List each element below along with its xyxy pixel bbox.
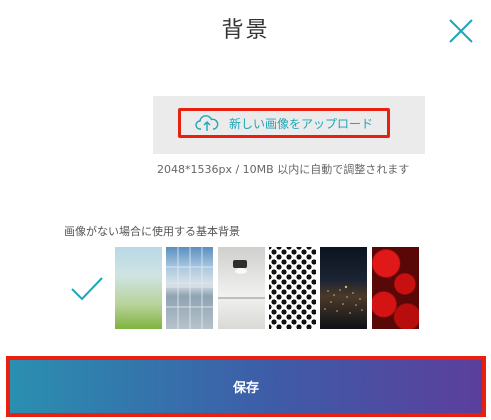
default-background-label: 画像がない場合に使用する基本背景 bbox=[64, 225, 240, 238]
upload-button-label: 新しい画像をアップロード bbox=[228, 116, 373, 131]
upload-button[interactable]: 新しい画像をアップロード bbox=[178, 108, 390, 138]
thumbnail-white-wall-lamp[interactable] bbox=[218, 247, 265, 329]
thumbnail-red-roses[interactable] bbox=[372, 247, 419, 329]
save-button-label: 保存 bbox=[232, 381, 259, 396]
upload-size-note: 2048*1536px / 10MB 以内に自動で調整されます bbox=[157, 163, 410, 176]
thumbnail-sky-green-bokeh[interactable] bbox=[115, 247, 162, 329]
thumbnail-glass-building[interactable] bbox=[166, 247, 213, 329]
checkmark-icon bbox=[71, 277, 103, 301]
dialog-title: 背景 bbox=[221, 18, 270, 43]
thumbnail-city-night[interactable] bbox=[320, 247, 367, 329]
cloud-upload-icon bbox=[195, 115, 219, 131]
save-button[interactable]: 保存 bbox=[6, 356, 486, 417]
thumbnail-black-polka-dots[interactable] bbox=[269, 247, 316, 329]
close-button[interactable] bbox=[447, 17, 475, 45]
upload-area: 新しい画像をアップロード bbox=[153, 96, 425, 154]
close-icon bbox=[449, 19, 473, 43]
